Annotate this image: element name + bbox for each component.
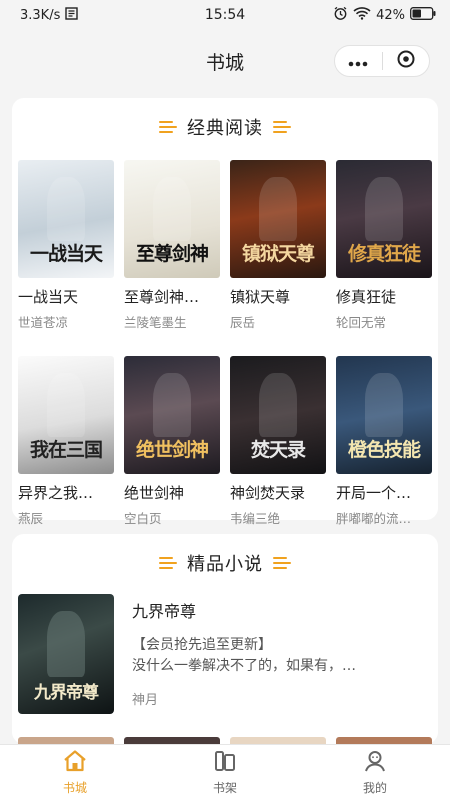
cover-title-text: 橙色技能 [347, 439, 421, 461]
tab-label: 我的 [362, 781, 387, 795]
section-title: 经典阅读 [187, 118, 263, 139]
book-title[interactable]: 开局一个… [336, 482, 432, 503]
alarm-icon [333, 6, 348, 25]
classic-reading-section: 经典阅读 一战当天 一战当天 世道苍凉 至尊剑神 至尊剑神… 兰陵笔墨生 镇狱天尊 镇狱天尊辰… [12, 98, 438, 526]
user-icon [362, 749, 388, 777]
book-author: 神月 [132, 693, 159, 708]
book-title[interactable]: 至尊剑神… [124, 286, 220, 307]
cover-art [152, 176, 192, 242]
book-title[interactable]: 九界帝尊 [132, 598, 438, 622]
cover-art [46, 176, 86, 242]
close-circle-icon [396, 49, 416, 73]
book-item[interactable]: 焚天录神剑焚天录韦编三绝 [230, 356, 326, 546]
book-item[interactable]: 修真狂徒 修真狂徒 轮回无常 [336, 160, 432, 350]
tab-bookstore[interactable]: 书城 [0, 745, 150, 800]
notification-icon [65, 6, 79, 24]
more-button[interactable] [335, 46, 382, 76]
cover-art [364, 372, 404, 438]
book-item[interactable]: 绝世剑神 绝世剑神 空白页 [124, 356, 220, 546]
book-author: 韦编三绝 [230, 511, 281, 526]
book-title[interactable]: 异界之我… [18, 482, 114, 503]
book-author: 世道苍凉 [18, 315, 69, 330]
cover-art [46, 372, 86, 438]
book-author: 轮回无常 [336, 315, 387, 330]
section-deco-left [159, 121, 177, 133]
cover-art [258, 372, 298, 438]
bottom-tab-bar: 书城 书架 我的 [0, 744, 450, 800]
book-grid: 一战当天 一战当天 世道苍凉 至尊剑神 至尊剑神… 兰陵笔墨生 镇狱天尊 镇狱天尊 辰岳 修真狂徒… [12, 146, 438, 546]
book-title[interactable]: 镇狱天尊 [230, 286, 326, 307]
home-icon [62, 749, 88, 777]
battery-percent: 42% [376, 7, 405, 23]
tab-profile[interactable]: 我的 [300, 745, 450, 800]
book-cover[interactable]: 我在三国 [18, 356, 114, 474]
cover-title-text: 焚天录 [250, 439, 306, 461]
book-title[interactable]: 一战当天 [18, 286, 114, 307]
book-author: 辰岳 [230, 315, 256, 330]
section-deco-right [273, 557, 291, 569]
cover-title-text: 绝世剑神 [135, 439, 209, 461]
battery-icon [410, 6, 436, 24]
cover-art [152, 372, 192, 438]
page-title: 书城 [205, 51, 244, 74]
tab-bookshelf[interactable]: 书架 [150, 745, 300, 800]
tab-label: 书城 [62, 781, 87, 795]
tab-label: 书架 [212, 781, 237, 795]
cover-title-text: 至尊剑神 [135, 243, 209, 265]
book-item[interactable]: 镇狱天尊 镇狱天尊 辰岳 [230, 160, 326, 350]
book-item[interactable]: 我在三国异界之我… 燕辰 [18, 356, 114, 546]
cover-art [364, 176, 404, 242]
book-cover[interactable]: 镇狱天尊 [230, 160, 326, 278]
wifi-icon [353, 6, 371, 24]
premium-novels-section: 精品小说 九界帝尊 九界帝尊 【会员抢先追至更新】 没什么一拳解决不了的，如果有… [12, 534, 438, 744]
book-cover[interactable]: 一战当天 [18, 160, 114, 278]
status-bar: 3.3K/s 15:54 42% [0, 0, 450, 30]
book-title[interactable]: 绝世剑神 [124, 482, 220, 503]
book-item[interactable]: 一战当天 一战当天 世道苍凉 [18, 160, 114, 350]
section-deco-left [159, 557, 177, 569]
featured-book-info: 九界帝尊 【会员抢先追至更新】 没什么一拳解决不了的，如果有，… 神月 [132, 594, 438, 714]
book-description: 【会员抢先追至更新】 没什么一拳解决不了的，如果有，… [132, 635, 402, 677]
cover-title-text: 一战当天 [29, 243, 103, 265]
book-cover[interactable]: 橙色技能 [336, 356, 432, 474]
book-cover[interactable]: 焚天录 [230, 356, 326, 474]
cover-title-text: 九界帝尊 [34, 683, 99, 703]
book-cover[interactable]: 修真狂徒 [336, 160, 432, 278]
book-cover[interactable]: 绝世剑神 [124, 356, 220, 474]
book-title[interactable]: 修真狂徒 [336, 286, 432, 307]
network-speed: 3.3K/s [20, 7, 61, 23]
book-author: 兰陵笔墨生 [124, 315, 187, 330]
book-cover[interactable]: 至尊剑神 [124, 160, 220, 278]
mini-program-capsule [334, 45, 430, 77]
cover-title-text: 镇狱天尊 [241, 243, 315, 265]
section-header: 精品小说 [12, 544, 438, 582]
description-line: 没什么一拳解决不了的，如果有，… [132, 658, 356, 674]
cover-title-text: 我在三国 [29, 439, 103, 461]
section-title: 精品小说 [187, 554, 263, 575]
section-header: 经典阅读 [12, 108, 438, 146]
nav-bar: 书城 [0, 30, 450, 92]
bookshelf-icon [212, 749, 238, 777]
cover-art [46, 610, 86, 677]
book-item[interactable]: 至尊剑神至尊剑神… 兰陵笔墨生 [124, 160, 220, 350]
book-cover[interactable]: 九界帝尊 [18, 594, 114, 714]
book-author: 空白页 [124, 511, 162, 526]
book-item[interactable]: 橙色技能开局一个… 胖嘟嘟的流… [336, 356, 432, 546]
cover-title-text: 修真狂徒 [347, 243, 421, 265]
book-author: 燕辰 [18, 511, 44, 526]
book-title[interactable]: 神剑焚天录 [230, 482, 326, 503]
cover-art [258, 176, 298, 242]
featured-book[interactable]: 九界帝尊 九界帝尊 【会员抢先追至更新】 没什么一拳解决不了的，如果有，… 神月 [12, 582, 438, 714]
book-author: 胖嘟嘟的流… [336, 511, 412, 526]
more-dots-icon [348, 52, 368, 71]
section-deco-right [273, 121, 291, 133]
close-button[interactable] [383, 46, 430, 76]
description-line: 【会员抢先追至更新】 [132, 637, 272, 653]
